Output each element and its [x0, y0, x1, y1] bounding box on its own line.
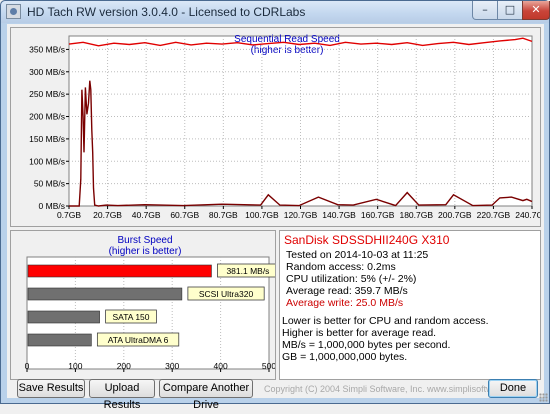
burst-bar: [27, 287, 183, 301]
y-tick-label: 350 MB/s: [29, 44, 65, 54]
x-axis: 0.7GB 20.7GB 40.7GB 60.7GB 80.7GB 100.7GB 120.…: [57, 206, 549, 220]
burst-tick-label: 0: [25, 361, 30, 371]
x-tick-label: 40.7GB: [132, 210, 161, 220]
burst-title: Burst Speed: [117, 235, 172, 246]
results-panel: SanDisk SDSSDHII240G X310 Tested on 2014…: [279, 230, 541, 380]
upload-results-button[interactable]: Upload Results: [89, 379, 155, 411]
burst-bar: [27, 333, 92, 347]
y-tick-label: 250 MB/s: [29, 89, 65, 99]
x-tick-label: 60.7GB: [170, 210, 199, 220]
close-button[interactable]: ✕: [522, 1, 550, 20]
burst-bar-label: SCSI Ultra320: [199, 289, 254, 299]
burst-bar-label: 381.1 MB/s: [226, 266, 269, 276]
resize-grip[interactable]: [539, 393, 548, 402]
x-tick-label: 100.7GB: [245, 210, 279, 220]
client-area: Sequential Read Speed (higher is better)…: [7, 24, 549, 411]
average-read: Average read: 359.7 MB/s: [286, 285, 408, 297]
y-tick-label: 100 MB/s: [29, 156, 65, 166]
average-write: Average write: 25.0 MB/s: [286, 297, 404, 309]
compare-another-drive-button[interactable]: Compare Another Drive: [159, 379, 253, 411]
cpu-utilization: CPU utilization: 5% (+/- 2%): [286, 273, 417, 285]
window-title: HD Tach RW version 3.0.4.0 - Licensed to…: [27, 5, 306, 19]
random-access: Random access: 0.2ms: [286, 261, 396, 273]
burst-tick-label: 100: [68, 361, 82, 371]
minimize-button[interactable]: –: [472, 1, 498, 20]
x-tick-label: 120.7GB: [284, 210, 318, 220]
drive-name: SanDisk SDSSDHII240G X310: [284, 233, 450, 247]
burst-speed-chart: Burst Speed (higher is better) 381.1 MB/…: [25, 235, 279, 372]
save-results-button[interactable]: Save Results: [17, 379, 85, 398]
x-tick-label: 180.7GB: [399, 210, 433, 220]
note-gb-definition: GB = 1,000,000,000 bytes.: [282, 351, 408, 363]
x-tick-label: 240.7GB: [515, 210, 540, 220]
burst-bar-label: ATA UltraDMA 6: [108, 335, 169, 345]
y-tick-label: 150 MB/s: [29, 134, 65, 144]
note-mbps-definition: MB/s = 1,000,000 bytes per second.: [282, 339, 451, 351]
sequential-read-chart: Sequential Read Speed (higher is better)…: [29, 34, 549, 220]
sequential-read-panel: Sequential Read Speed (higher is better)…: [10, 27, 549, 227]
y-axis: 0 MB/s50 MB/s100 MB/s150 MB/s200 MB/s250…: [29, 44, 69, 211]
done-button[interactable]: Done: [488, 379, 538, 398]
x-tick-label: 200.7GB: [438, 210, 472, 220]
burst-bar: [27, 264, 212, 278]
x-tick-label: 220.7GB: [477, 210, 511, 220]
app-icon: [6, 4, 21, 19]
burst-tick-label: 300: [165, 361, 179, 371]
tested-date: Tested on 2014-10-03 at 11:25: [286, 249, 429, 261]
x-tick-label: 160.7GB: [361, 210, 395, 220]
burst-bar: [27, 310, 100, 324]
y-tick-label: 300 MB/s: [29, 67, 65, 77]
burst-tick-label: 200: [117, 361, 131, 371]
note-lower-better: Lower is better for CPU and random acces…: [282, 315, 489, 327]
x-tick-label: 80.7GB: [209, 210, 238, 220]
x-tick-label: 0.7GB: [57, 210, 81, 220]
burst-tick-label: 400: [214, 361, 228, 371]
y-tick-label: 200 MB/s: [29, 112, 65, 122]
bottom-bar: Save Results Upload Results Compare Anot…: [7, 379, 544, 411]
maximize-button[interactable]: □: [497, 1, 523, 20]
x-tick-label: 20.7GB: [93, 210, 122, 220]
y-tick-label: 50 MB/s: [34, 179, 65, 189]
burst-speed-panel: Burst Speed (higher is better) 381.1 MB/…: [10, 230, 279, 380]
app-window: HD Tach RW version 3.0.4.0 - Licensed to…: [0, 0, 550, 411]
x-tick-label: 140.7GB: [322, 210, 356, 220]
note-higher-better: Higher is better for average read.: [282, 327, 437, 339]
title-bar[interactable]: HD Tach RW version 3.0.4.0 - Licensed to…: [1, 1, 550, 23]
copyright-text: Copyright (C) 2004 Simpli Software, Inc.…: [264, 384, 526, 394]
burst-bar-label: SATA 150: [112, 312, 149, 322]
burst-tick-label: 500: [262, 361, 275, 371]
burst-subtitle: (higher is better): [109, 246, 182, 257]
